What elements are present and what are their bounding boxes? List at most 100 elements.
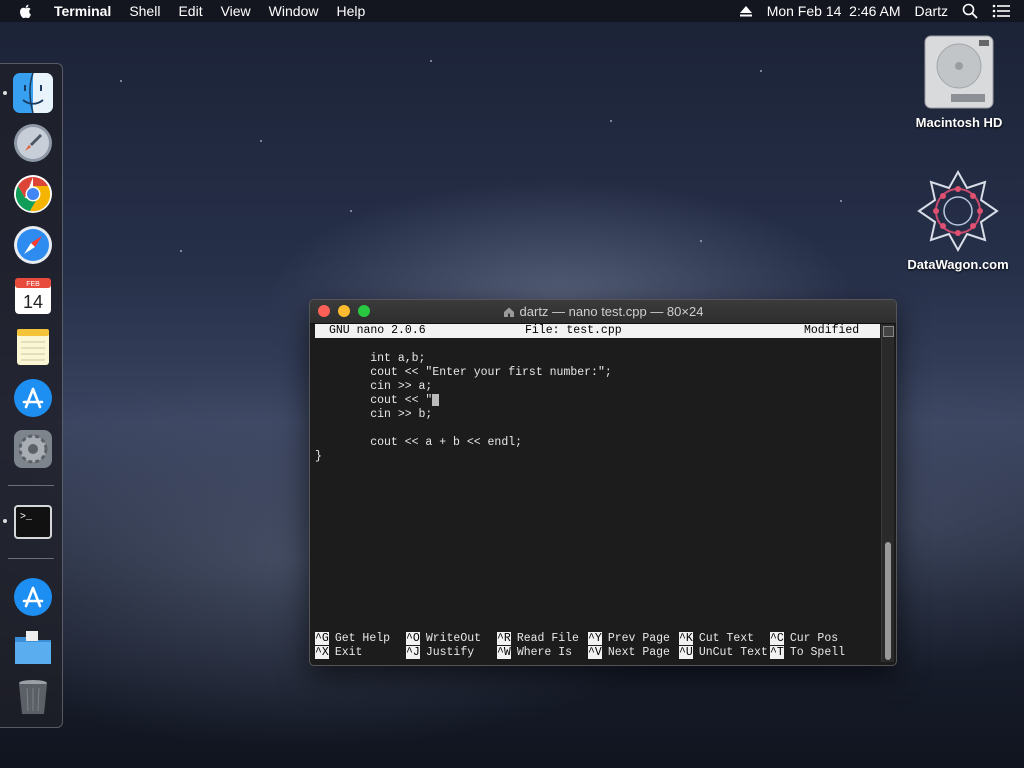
window-titlebar[interactable]: dartz — nano test.cpp — 80×24 [310, 300, 896, 324]
shortcut-label: Where Is [516, 646, 573, 659]
dock-separator [8, 558, 54, 559]
menu-shell[interactable]: Shell [129, 3, 160, 19]
star [700, 240, 702, 242]
split-view-icon[interactable] [883, 326, 894, 337]
shortcut-key: ^G [315, 632, 329, 645]
desktop-icon-datawagon[interactable]: DataWagon.com [898, 168, 1018, 272]
menu-app-name[interactable]: Terminal [54, 3, 111, 19]
shortcut-key: ^J [406, 646, 420, 659]
shortcut-next-page[interactable]: ^V Next Page [588, 646, 670, 660]
menu-view[interactable]: View [221, 3, 251, 19]
star [430, 60, 432, 62]
menu-bar: Terminal Shell Edit View Window Help Mon… [0, 0, 1024, 22]
scrollbar-thumb[interactable] [885, 542, 891, 660]
menu-edit[interactable]: Edit [178, 3, 202, 19]
shortcut-key: ^O [406, 632, 420, 645]
shortcut-uncut-text[interactable]: ^U UnCut Text [679, 646, 768, 660]
shortcut-key: ^Y [588, 632, 602, 645]
shortcut-read-file[interactable]: ^R Read File [497, 632, 579, 646]
menu-clock[interactable]: Mon Feb 14 2:46 AM [767, 3, 901, 19]
shortcut-prev-page[interactable]: ^Y Prev Page [588, 632, 670, 646]
window-title: dartz — nano test.cpp — 80×24 [519, 304, 704, 319]
running-indicator [3, 519, 7, 523]
chrome-icon[interactable] [12, 173, 54, 215]
shortcut-writeout[interactable]: ^O WriteOut [406, 632, 481, 646]
star [760, 70, 762, 72]
shortcut-label: Next Page [607, 646, 670, 659]
minimize-button[interactable] [338, 305, 350, 317]
menu-help[interactable]: Help [336, 3, 365, 19]
system-preferences-icon[interactable] [12, 428, 54, 470]
nano-version: GNU nano 2.0.6 [329, 324, 426, 337]
app-store-download-icon[interactable] [12, 576, 54, 618]
shortcut-get-help[interactable]: ^G Get Help [315, 632, 390, 646]
shortcut-to-spell[interactable]: ^T To Spell [770, 646, 845, 660]
nano-status: Modified [804, 324, 860, 337]
search-icon[interactable] [962, 3, 978, 19]
desktop-icon-macintosh-hd[interactable]: Macintosh HD [903, 32, 1015, 130]
dock-separator [8, 485, 54, 486]
shortcut-label: Prev Page [607, 632, 670, 645]
terminal-content[interactable]: GNU nano 2.0.6 File: test.cpp Modified i… [315, 324, 880, 660]
downloads-folder-icon[interactable] [12, 627, 54, 669]
vertical-scrollbar[interactable] [881, 324, 894, 662]
shortcut-label: UnCut Text [698, 646, 768, 659]
star [180, 250, 182, 252]
shortcut-cut-text[interactable]: ^K Cut Text [679, 632, 754, 646]
shortcut-key: ^K [679, 632, 693, 645]
code-line: cout << "Enter your first number:"; [315, 366, 612, 379]
launchpad-icon[interactable] [12, 122, 54, 164]
trash-icon[interactable] [12, 676, 54, 718]
shortcut-label: To Spell [789, 646, 846, 659]
eject-icon[interactable] [739, 5, 753, 17]
apple-icon[interactable] [18, 3, 34, 19]
code-line: } [315, 450, 322, 463]
desktop-icon-label: Macintosh HD [915, 115, 1003, 130]
shortcut-key: ^X [315, 646, 329, 659]
nano-shortcuts-row-1: ^G Get Help ^O WriteOut ^R Read File ^Y Prev… [315, 632, 880, 646]
menu-user[interactable]: Dartz [915, 3, 948, 19]
calendar-month: FEB [26, 281, 40, 288]
code-line: cin >> a; [315, 380, 433, 393]
shortcut-label: Get Help [334, 632, 391, 645]
safari-icon[interactable] [12, 224, 54, 266]
close-button[interactable] [318, 305, 330, 317]
zoom-button[interactable] [358, 305, 370, 317]
home-folder-icon [503, 307, 514, 317]
star [840, 200, 842, 202]
shortcut-exit[interactable]: ^X Exit [315, 646, 362, 660]
code-line-with-cursor: cout << " [315, 394, 440, 408]
notification-center-icon[interactable] [992, 4, 1010, 18]
calendar-day: 14 [23, 292, 43, 312]
shortcut-label: Cur Pos [789, 632, 839, 645]
nano-shortcuts-row-2: ^X Exit ^J Justify ^W Where Is ^V Next Page … [315, 646, 880, 660]
shortcut-label: Justify [425, 646, 475, 659]
app-store-icon[interactable] [12, 377, 54, 419]
terminal-icon[interactable]: >_ [12, 501, 54, 543]
menu-window[interactable]: Window [269, 3, 319, 19]
star [610, 120, 612, 122]
star [120, 80, 122, 82]
shortcut-label: Exit [334, 646, 363, 659]
running-indicator [3, 91, 7, 95]
text-cursor [432, 394, 440, 406]
shortcut-label: Read File [516, 632, 579, 645]
shortcut-key: ^U [679, 646, 693, 659]
finder-icon[interactable] [12, 72, 54, 114]
shortcut-key: ^V [588, 646, 602, 659]
dock: FEB 14 >_ [0, 63, 63, 728]
code-line: cin >> b; [315, 408, 433, 421]
shortcut-key: ^C [770, 632, 784, 645]
notes-icon[interactable] [12, 326, 54, 368]
calendar-icon[interactable]: FEB 14 [12, 275, 54, 317]
shortcut-cur-pos[interactable]: ^C Cur Pos [770, 632, 838, 646]
terminal-window: dartz — nano test.cpp — 80×24 GNU nano 2… [309, 299, 897, 666]
datawagon-logo-icon [917, 169, 999, 253]
shortcut-justify[interactable]: ^J Justify [406, 646, 474, 660]
code-line-text: cout << " [315, 394, 433, 408]
shortcut-where-is[interactable]: ^W Where Is [497, 646, 572, 660]
nano-filename: File: test.cpp [525, 324, 622, 337]
star [260, 140, 262, 142]
desktop-icon-label: DataWagon.com [907, 257, 1009, 272]
shortcut-label: Cut Text [698, 632, 755, 645]
